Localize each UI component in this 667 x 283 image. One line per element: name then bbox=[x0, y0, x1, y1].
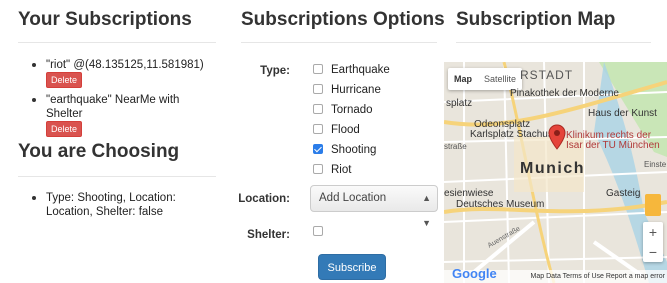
subscribe-button[interactable]: Subscribe bbox=[318, 254, 386, 280]
zoom-control: + − bbox=[643, 222, 663, 262]
location-value: Add Location bbox=[319, 192, 387, 204]
map-place: Isar der TU München bbox=[566, 140, 660, 151]
type-option-riot[interactable]: Riot bbox=[313, 162, 351, 178]
zoom-out-button[interactable]: − bbox=[643, 242, 663, 262]
option-label: Earthquake bbox=[331, 64, 390, 76]
divider bbox=[456, 42, 651, 43]
zoom-in-button[interactable]: + bbox=[643, 222, 663, 242]
type-option-shooting[interactable]: Shooting bbox=[313, 142, 376, 158]
type-option-earthquake[interactable]: Earthquake bbox=[313, 62, 390, 78]
shelter-checkbox[interactable] bbox=[313, 226, 323, 236]
option-label: Riot bbox=[331, 164, 352, 176]
option-label: Flood bbox=[331, 124, 360, 136]
map-toggle-satellite[interactable]: Satellite bbox=[478, 68, 522, 90]
map-place: Karlsplatz Stachus bbox=[470, 129, 553, 140]
option-label: Hurricane bbox=[331, 84, 381, 96]
google-logo: Google bbox=[452, 266, 497, 281]
subscriptions-title: Your Subscriptions bbox=[18, 9, 192, 30]
location-select[interactable]: Add Location ▲ ▼ bbox=[310, 185, 438, 228]
map-title: Subscription Map bbox=[456, 9, 616, 30]
checkbox[interactable] bbox=[313, 64, 323, 74]
checkbox[interactable] bbox=[313, 164, 323, 174]
map-place: splatz bbox=[446, 98, 473, 109]
pegman-icon[interactable] bbox=[645, 194, 661, 216]
option-label: Shooting bbox=[331, 144, 377, 156]
options-title: Subscriptions Options bbox=[241, 9, 445, 30]
delete-button[interactable]: Delete bbox=[46, 121, 83, 137]
type-option-tornado[interactable]: Tornado bbox=[313, 102, 373, 118]
divider bbox=[241, 42, 437, 43]
map-place: RSTADT bbox=[520, 68, 574, 82]
subscriptions-list: "riot" @(48.135125,11.581981) Delete "ea… bbox=[28, 58, 218, 137]
map-city-label: Munich bbox=[520, 160, 585, 177]
list-item: Type: Shooting, Location: Location, Shel… bbox=[28, 191, 218, 219]
map-place: Einste bbox=[644, 160, 667, 169]
map-place: Pinakothek der Moderne bbox=[510, 88, 619, 99]
map-type-toggle[interactable]: Map Satellite bbox=[448, 68, 523, 90]
checkbox[interactable] bbox=[313, 104, 323, 114]
divider bbox=[18, 176, 216, 177]
delete-button[interactable]: Delete bbox=[46, 72, 83, 88]
type-label: Type: bbox=[260, 65, 290, 77]
type-option-hurricane[interactable]: Hurricane bbox=[313, 82, 381, 98]
map-footer-links[interactable]: Map Data Terms of Use Report a map error bbox=[531, 273, 665, 280]
list-item: "riot" @(48.135125,11.581981) Delete bbox=[28, 58, 218, 88]
select-arrows-icon: ▲ ▼ bbox=[422, 193, 431, 228]
type-option-flood[interactable]: Flood bbox=[313, 122, 360, 138]
subscription-text: "riot" @(48.135125,11.581981) bbox=[46, 59, 204, 71]
map-place: straße bbox=[444, 142, 467, 151]
map-place: esienwiese bbox=[444, 188, 494, 199]
list-item: "earthquake" NearMe with Shelter Delete bbox=[28, 93, 218, 137]
checkbox[interactable] bbox=[313, 84, 323, 94]
shelter-label: Shelter: bbox=[247, 229, 290, 241]
map-place: Haus der Kunst bbox=[588, 108, 657, 119]
subscription-map[interactable]: Map Satellite RSTADT Pinakothek der Mode… bbox=[444, 62, 667, 283]
map-pin-icon[interactable] bbox=[548, 124, 566, 150]
map-place: Deutsches Museum bbox=[456, 199, 545, 210]
subscription-text: "earthquake" NearMe with Shelter bbox=[46, 94, 180, 120]
choosing-list: Type: Shooting, Location: Location, Shel… bbox=[28, 191, 218, 219]
divider bbox=[18, 42, 216, 43]
map-place: Gasteig bbox=[606, 188, 641, 199]
choosing-summary: Type: Shooting, Location: Location, Shel… bbox=[46, 192, 176, 218]
checkbox-checked[interactable] bbox=[313, 144, 323, 154]
option-label: Tornado bbox=[331, 104, 373, 116]
map-toggle-map[interactable]: Map bbox=[448, 68, 478, 90]
checkbox[interactable] bbox=[313, 124, 323, 134]
location-label: Location: bbox=[238, 193, 290, 205]
choosing-title: You are Choosing bbox=[18, 141, 180, 162]
